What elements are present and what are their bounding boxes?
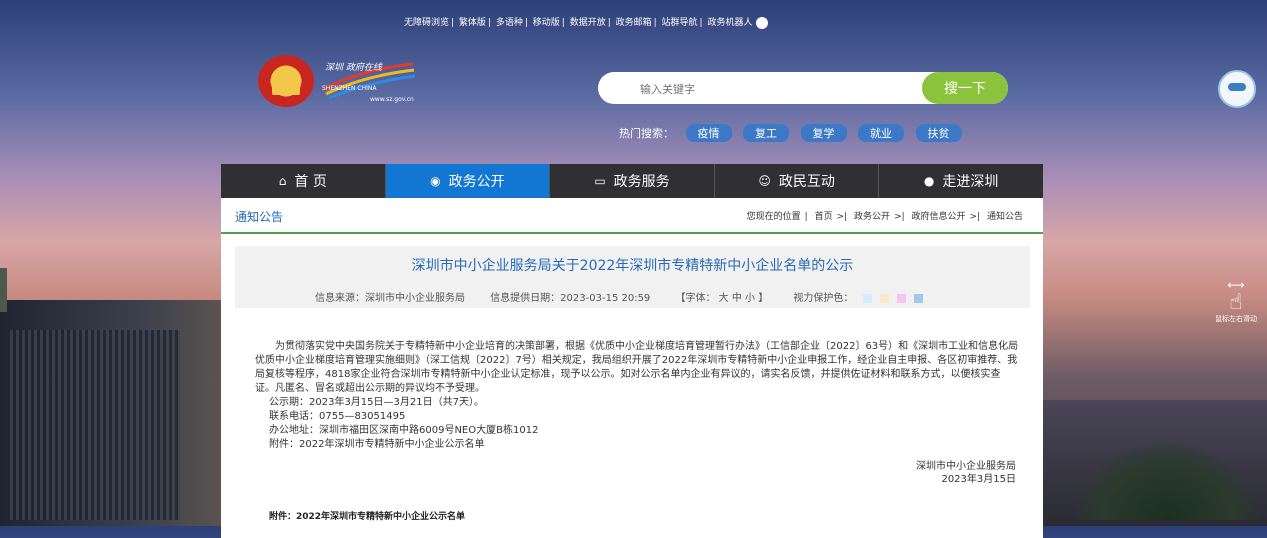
article-paragraph: 为贯彻落实党中央国务院关于专精特新中小企业培育的决策部署，根据《优质中小企业梯度… xyxy=(255,341,1019,394)
nav-gov-affairs-open-label: 政务公开 xyxy=(448,174,505,190)
crumb-bar: 通知公告 您现在的位置 | 首页 >| 政务公开 >| 政府信息公开 >| 通知公告 xyxy=(221,198,1043,234)
logo-text: 深圳 政府在线 xyxy=(325,63,382,73)
article-title: 深圳市中小企业服务局关于2022年深圳市专精特新中小企业名单的公示 xyxy=(411,258,854,274)
nav-gov-services[interactable]: ▭ 政务服务 xyxy=(550,164,715,198)
hand-pointer-icon: ☝ xyxy=(1229,290,1243,315)
background-trees-right xyxy=(1042,400,1267,526)
breadcrumb-label: 您现在的位置 xyxy=(746,212,801,222)
search-input[interactable] xyxy=(638,72,922,104)
swatch-pink[interactable] xyxy=(897,293,907,303)
sign-date: 2023年3月15日 xyxy=(941,474,1016,485)
breadcrumb-gov-open[interactable]: 政务公开 xyxy=(854,212,890,222)
hot-search-label: 热门搜索： xyxy=(619,127,674,140)
search-box: 搜一下 xyxy=(598,72,1008,104)
background-building-left xyxy=(0,300,225,526)
office-address: 办公地址：深圳市福田区深南中路6009号NEO大厦B栋1012 xyxy=(269,425,539,436)
logo-url: www.sz.gov.cn xyxy=(370,96,414,103)
link-traditional[interactable]: 繁体版 xyxy=(459,18,486,28)
robot-assistant-icon[interactable] xyxy=(1218,70,1256,108)
hot-tag-poverty[interactable]: 扶贫 xyxy=(915,124,962,142)
people-icon: ☺ xyxy=(758,174,771,188)
breadcrumb: 您现在的位置 | 首页 >| 政务公开 >| 政府信息公开 >| 通知公告 xyxy=(746,212,1023,222)
info-icon: ● xyxy=(923,174,935,188)
link-accessible[interactable]: 无障碍浏览 xyxy=(404,18,449,28)
eye-icon: ◉ xyxy=(430,174,441,188)
signature: 深圳市中小企业服务局 2023年3月15日 xyxy=(916,460,1016,486)
hot-tag-resume-work[interactable]: 复工 xyxy=(743,124,789,142)
nav-about-shenzhen-label: 走进深圳 xyxy=(942,174,999,190)
nav-gov-services-label: 政务服务 xyxy=(613,174,670,190)
breadcrumb-home[interactable]: 首页 xyxy=(815,212,833,222)
breadcrumb-info-open[interactable]: 政府信息公开 xyxy=(912,212,966,222)
hot-search: 热门搜索： 疫情 复工 复学 就业 扶贫 xyxy=(619,124,962,142)
logo-english: SHENZHEN CHINA xyxy=(322,85,377,92)
public-period: 公示期：2023年3月15日—3月21日（共7天）。 xyxy=(269,397,484,408)
nav-home[interactable]: ⌂ 首 页 xyxy=(221,164,386,198)
vision-label: 视力保护色： xyxy=(793,293,854,304)
nav-gov-affairs-open[interactable]: ◉ 政务公开 xyxy=(385,164,551,198)
top-links: 无障碍浏览 | 繁体版 | 多语种 | 移动版 | 数据开放 | 政务邮箱 | 站群导航 | … xyxy=(402,15,770,29)
attachment-line[interactable]: 附件：2022年深圳市专精特新中小企业公示名单 xyxy=(255,438,1020,452)
link-site-nav[interactable]: 站群导航 xyxy=(662,18,698,28)
side-float-tab[interactable] xyxy=(0,268,7,312)
hot-tag-employment[interactable]: 就业 xyxy=(858,124,904,142)
font-size-control[interactable]: 【字体： 大 中 小 】 xyxy=(676,293,769,304)
link-robot[interactable]: 政务机器人 xyxy=(707,18,752,28)
nav-about-shenzhen[interactable]: ● 走进深圳 xyxy=(879,164,1043,198)
monitor-icon: ▭ xyxy=(594,174,606,188)
nav-home-label: 首 页 xyxy=(294,174,327,190)
hot-tag-epidemic[interactable]: 疫情 xyxy=(685,124,732,142)
swatch-blue[interactable] xyxy=(863,293,873,303)
article-meta: 信息来源：深圳市中小企业服务局 信息提供日期：2023-03-15 20:59 … xyxy=(315,289,927,304)
swipe-hint-label: 鼠标左右滑动 xyxy=(1215,315,1257,323)
swatch-beige[interactable] xyxy=(880,293,890,303)
content-panel: 通知公告 您现在的位置 | 首页 >| 政务公开 >| 政府信息公开 >| 通知公告 深… xyxy=(221,198,1043,538)
link-mobile[interactable]: 移动版 xyxy=(533,18,560,28)
section-title[interactable]: 通知公告 xyxy=(235,208,283,225)
signer: 深圳市中小企业服务局 xyxy=(916,461,1016,472)
article-header: 深圳市中小企业服务局关于2022年深圳市专精特新中小企业名单的公示 信息来源：深… xyxy=(235,246,1030,308)
swatch-skyblue[interactable] xyxy=(914,293,924,303)
link-open-data[interactable]: 数据开放 xyxy=(570,18,606,28)
nav-interaction[interactable]: ☺ 政民互动 xyxy=(715,164,880,198)
article-source: 信息来源：深圳市中小企业服务局 xyxy=(315,293,465,304)
swipe-hint: ⟷ ☝ 鼠标左右滑动 xyxy=(1212,278,1260,328)
nav-interaction-label: 政民互动 xyxy=(778,174,835,190)
contact-phone: 联系电话：0755—83051495 xyxy=(269,411,406,422)
link-mailbox[interactable]: 政务邮箱 xyxy=(616,18,652,28)
link-multilang[interactable]: 多语种 xyxy=(496,18,523,28)
national-emblem-icon xyxy=(258,55,314,107)
robot-mini-icon[interactable] xyxy=(756,16,769,29)
hot-tag-resume-school[interactable]: 复学 xyxy=(800,124,847,142)
article-date: 信息提供日期：2023-03-15 20:59 xyxy=(490,293,651,304)
home-icon: ⌂ xyxy=(278,174,287,188)
search-button[interactable]: 搜一下 xyxy=(922,72,1008,104)
breadcrumb-notice[interactable]: 通知公告 xyxy=(987,212,1023,222)
article-body: 为贯彻落实党中央国务院关于专精特新中小企业培育的决策部署，根据《优质中小企业梯度… xyxy=(255,340,1020,452)
main-nav: ⌂ 首 页 ◉ 政务公开 ▭ 政务服务 ☺ 政民互动 ● 走进深圳 xyxy=(221,164,1043,198)
attachment-title: 附件：2022年深圳市专精特新中小企业公示名单 xyxy=(269,512,466,522)
